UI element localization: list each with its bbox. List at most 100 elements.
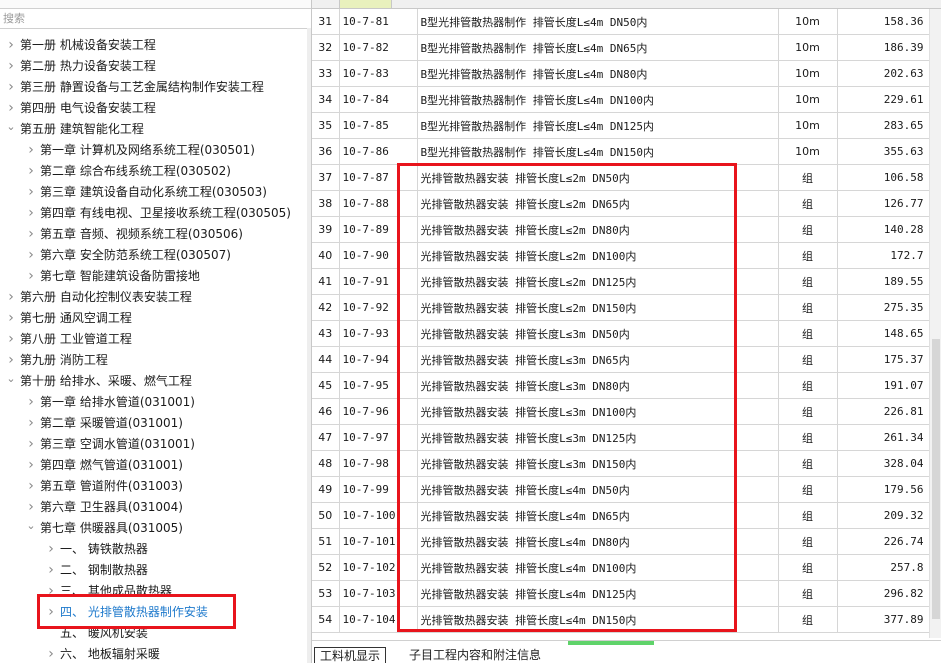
base-price-cell[interactable]: 261.34 — [837, 424, 930, 451]
table-row[interactable]: 42 10-7-92 光排管散热器安装 排管长度L≤2m DN150内组 275.35 — [312, 294, 930, 321]
table-row[interactable]: 46 10-7-96 光排管散热器安装 排管长度L≤3m DN100内组 226.81 — [312, 398, 930, 425]
row-number-cell[interactable]: 49 — [312, 476, 340, 503]
unit-cell[interactable]: 组 — [778, 216, 838, 243]
chevron-down-icon[interactable]: ⌄ — [4, 368, 18, 389]
unit-cell[interactable]: 10m — [778, 60, 838, 87]
unit-cell[interactable]: 组 — [778, 476, 838, 503]
unit-cell[interactable]: 组 — [778, 528, 838, 555]
tree-node[interactable]: › 第一章 计算机及网络系统工程(030501) — [0, 140, 307, 161]
chevron-right-icon[interactable]: › — [4, 35, 18, 56]
quota-code-cell[interactable]: 10-7-93 — [339, 320, 418, 347]
row-number-cell[interactable]: 42 — [312, 294, 340, 321]
row-number-cell[interactable]: 36 — [312, 138, 340, 165]
quota-code-cell[interactable]: 10-7-100 — [339, 502, 418, 529]
quota-code-cell[interactable]: 10-7-87 — [339, 164, 418, 191]
quota-name-cell[interactable]: 光排管散热器安装 排管长度L≤2m DN125内 — [417, 268, 779, 295]
base-price-cell[interactable]: 257.8 — [837, 554, 930, 581]
quota-name-cell[interactable]: 光排管散热器安装 排管长度L≤3m DN80内 — [417, 372, 779, 399]
quota-code-cell[interactable]: 10-7-97 — [339, 424, 418, 451]
quota-code-cell[interactable]: 10-7-90 — [339, 242, 418, 269]
base-price-cell[interactable]: 226.81 — [837, 398, 930, 425]
chevron-right-icon[interactable]: › — [24, 140, 38, 161]
tree-scrollbar[interactable] — [307, 28, 311, 663]
table-row[interactable]: 39 10-7-89 光排管散热器安装 排管长度L≤2m DN80内组 140.28 — [312, 216, 930, 243]
quota-code-cell[interactable]: 10-7-85 — [339, 112, 418, 139]
tree-node[interactable]: › 第七章 智能建筑设备防雷接地 — [0, 266, 307, 287]
chevron-down-icon[interactable]: ⌄ — [4, 116, 18, 137]
tree-node[interactable]: › 第六册 自动化控制仪表安装工程 — [0, 287, 307, 308]
scrollbar-thumb[interactable] — [932, 339, 940, 619]
tab-material-machine[interactable]: 工料机显示 — [314, 647, 387, 663]
quota-code-cell[interactable]: 10-7-86 — [339, 138, 418, 165]
quota-code-cell[interactable]: 10-7-101 — [339, 528, 418, 555]
quota-name-cell[interactable]: 光排管散热器安装 排管长度L≤3m DN100内 — [417, 398, 779, 425]
quota-name-cell[interactable]: 光排管散热器安装 排管长度L≤4m DN125内 — [417, 580, 779, 607]
row-number-cell[interactable]: 33 — [312, 60, 340, 87]
table-row[interactable]: 40 10-7-90 光排管散热器安装 排管长度L≤2m DN100内组 172.7 — [312, 242, 930, 269]
chevron-right-icon[interactable]: › — [24, 434, 38, 455]
base-price-cell[interactable]: 275.35 — [837, 294, 930, 321]
unit-cell[interactable]: 10m — [778, 112, 838, 139]
base-price-cell[interactable]: 283.65 — [837, 112, 930, 139]
quota-name-cell[interactable]: 光排管散热器安装 排管长度L≤3m DN150内 — [417, 450, 779, 477]
quota-name-cell[interactable]: 光排管散热器安装 排管长度L≤3m DN65内 — [417, 346, 779, 373]
quota-code-cell[interactable]: 10-7-98 — [339, 450, 418, 477]
base-price-cell[interactable]: 226.74 — [837, 528, 930, 555]
quota-name-cell[interactable]: B型光排管散热器制作 排管长度L≤4m DN50内 — [417, 9, 779, 35]
row-number-cell[interactable]: 43 — [312, 320, 340, 347]
unit-cell[interactable]: 10m — [778, 34, 838, 61]
quota-code-cell[interactable]: 10-7-91 — [339, 268, 418, 295]
base-price-cell[interactable]: 355.63 — [837, 138, 930, 165]
chevron-right-icon[interactable]: › — [24, 413, 38, 434]
quota-code-cell[interactable]: 10-7-96 — [339, 398, 418, 425]
row-number-cell[interactable]: 37 — [312, 164, 340, 191]
unit-cell[interactable]: 10m — [778, 138, 838, 165]
tree-node[interactable]: › 第九册 消防工程 — [0, 350, 307, 371]
quota-code-cell[interactable]: 10-7-104 — [339, 606, 418, 633]
row-number-cell[interactable]: 48 — [312, 450, 340, 477]
table-row[interactable]: 37 10-7-87 光排管散热器安装 排管长度L≤2m DN50内组 106.58 — [312, 164, 930, 191]
chevron-down-icon[interactable]: ⌄ — [24, 515, 38, 536]
chevron-right-icon[interactable]: › — [24, 455, 38, 476]
tab-work-content-notes[interactable]: 子目工程内容和附注信息 — [404, 647, 546, 663]
chevron-right-icon[interactable]: › — [44, 644, 58, 663]
table-row[interactable]: 52 10-7-102 光排管散热器安装 排管长度L≤4m DN100内组 257.8 — [312, 554, 930, 581]
tree-node[interactable]: › 第二章 综合布线系统工程(030502) — [0, 161, 307, 182]
quota-code-cell[interactable]: 10-7-89 — [339, 216, 418, 243]
tree-node[interactable]: ⌄ 第七章 供暖器具(031005) — [0, 518, 307, 539]
table-row[interactable]: 36 10-7-86 B型光排管散热器制作 排管长度L≤4m DN150内 10m 35… — [312, 138, 930, 165]
base-price-cell[interactable]: 328.04 — [837, 450, 930, 477]
chevron-right-icon[interactable]: › — [24, 266, 38, 287]
unit-cell[interactable]: 组 — [778, 268, 838, 295]
quota-name-cell[interactable]: 光排管散热器安装 排管长度L≤4m DN65内 — [417, 502, 779, 529]
row-number-cell[interactable]: 51 — [312, 528, 340, 555]
row-number-cell[interactable]: 35 — [312, 112, 340, 139]
unit-cell[interactable]: 组 — [778, 580, 838, 607]
quota-code-cell[interactable]: 10-7-81 — [339, 9, 418, 35]
tree-node[interactable]: › 第三册 静置设备与工艺金属结构制作安装工程 — [0, 77, 307, 98]
unit-cell[interactable]: 组 — [778, 242, 838, 269]
quota-code-cell[interactable]: 10-7-102 — [339, 554, 418, 581]
chevron-right-icon[interactable]: › — [44, 581, 58, 602]
unit-cell[interactable]: 10m — [778, 9, 838, 35]
unit-cell[interactable]: 组 — [778, 294, 838, 321]
quota-name-cell[interactable]: B型光排管散热器制作 排管长度L≤4m DN125内 — [417, 112, 779, 139]
chevron-right-icon[interactable]: › — [4, 287, 18, 308]
unit-cell[interactable]: 组 — [778, 164, 838, 191]
table-row[interactable]: 41 10-7-91 光排管散热器安装 排管长度L≤2m DN125内组 189.55 — [312, 268, 930, 295]
table-row[interactable]: 32 10-7-82 B型光排管散热器制作 排管长度L≤4m DN65内 10m 186… — [312, 34, 930, 61]
chevron-right-icon[interactable]: › — [24, 476, 38, 497]
tree-node[interactable]: › 第六章 卫生器具(031004) — [0, 497, 307, 518]
table-row[interactable]: 49 10-7-99 光排管散热器安装 排管长度L≤4m DN50内组 179.56 — [312, 476, 930, 503]
tree-node[interactable]: › 第五章 管道附件(031003) — [0, 476, 307, 497]
chevron-right-icon[interactable]: › — [24, 203, 38, 224]
base-price-cell[interactable]: 148.65 — [837, 320, 930, 347]
base-price-cell[interactable]: 202.63 — [837, 60, 930, 87]
quota-name-cell[interactable]: 光排管散热器安装 排管长度L≤4m DN50内 — [417, 476, 779, 503]
table-row[interactable]: 47 10-7-97 光排管散热器安装 排管长度L≤3m DN125内组 261.34 — [312, 424, 930, 451]
chevron-right-icon[interactable]: › — [24, 161, 38, 182]
unit-cell[interactable]: 组 — [778, 450, 838, 477]
quota-code-cell[interactable]: 10-7-84 — [339, 86, 418, 113]
base-price-cell[interactable]: 186.39 — [837, 34, 930, 61]
table-row[interactable]: 48 10-7-98 光排管散热器安装 排管长度L≤3m DN150内组 328.04 — [312, 450, 930, 477]
